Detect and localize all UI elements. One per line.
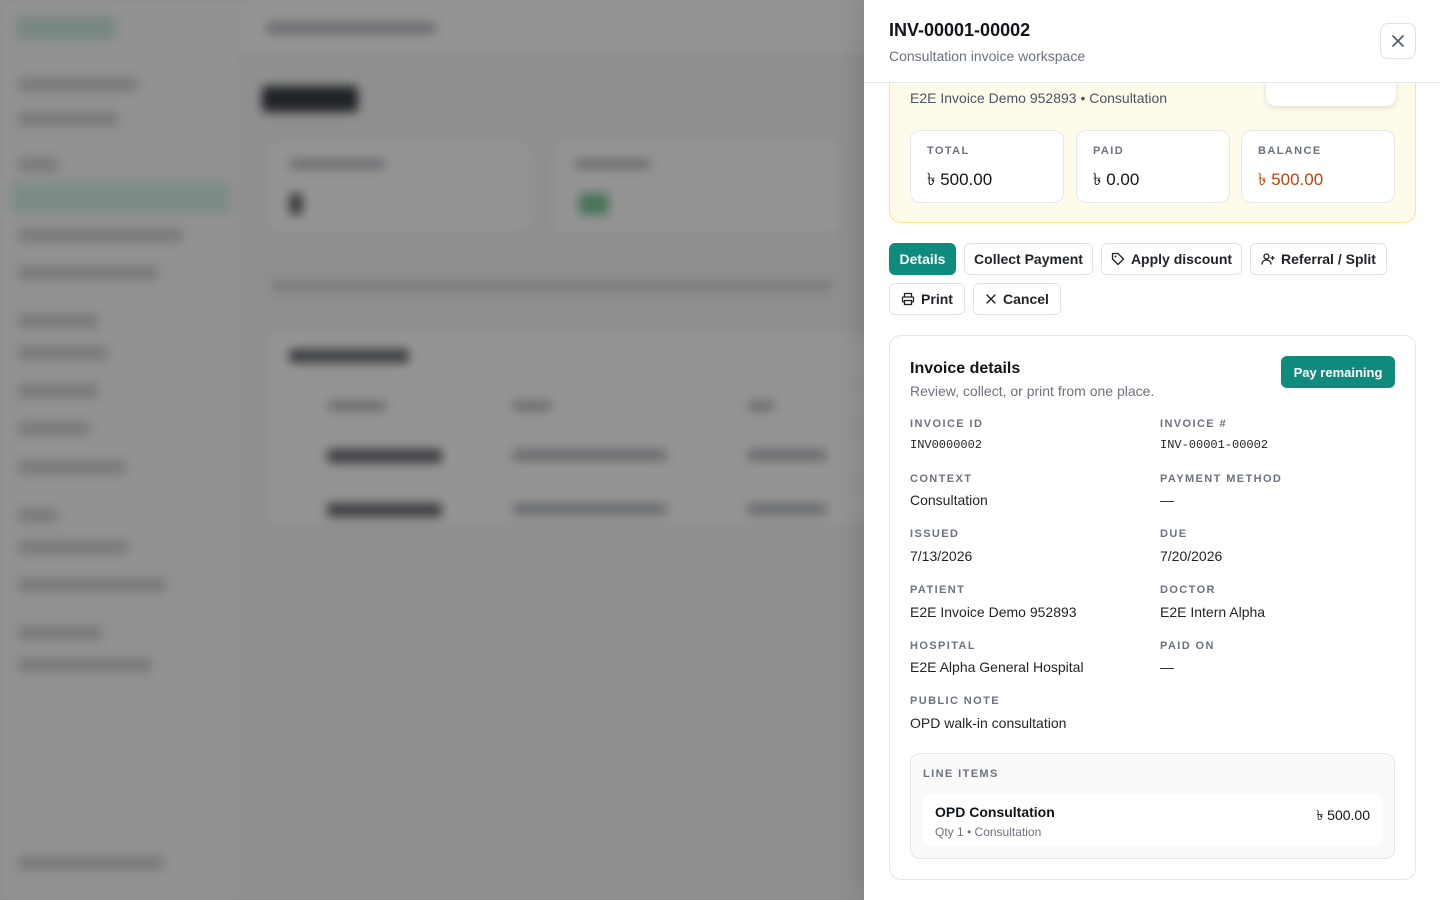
issued-label: ISSUED (910, 528, 960, 540)
stat-value: ৳ 500.00 (927, 170, 993, 189)
cancel-label: Cancel (1003, 291, 1049, 307)
stat-paid: PAID ৳ 0.00 (1076, 130, 1230, 203)
close-button[interactable] (1380, 23, 1416, 59)
line-item-amount: ৳ 500.00 (1316, 807, 1370, 823)
tag-icon (1111, 252, 1125, 266)
print-label: Print (921, 291, 953, 307)
drawer-header: INV-00001-00002 Consultation invoice wor… (864, 0, 1440, 83)
drawer-body[interactable]: E2E Invoice Demo 952893 • Consultation ৳… (864, 83, 1440, 900)
stat-label: PAID (1093, 145, 1125, 157)
patient-value: E2E Invoice Demo 952893 (910, 604, 1077, 620)
pay-remaining-button[interactable]: Pay remaining (1281, 356, 1395, 388)
line-item-name: OPD Consultation (935, 804, 1055, 820)
referral-split-button[interactable]: Referral / Split (1250, 243, 1387, 275)
paid-on-label: PAID ON (1160, 640, 1215, 652)
details-title: Invoice details (910, 360, 1021, 377)
apply-discount-button[interactable]: Apply discount (1101, 243, 1242, 275)
details-label: Details (899, 251, 946, 267)
hospital-value: E2E Alpha General Hospital (910, 659, 1084, 675)
invoice-number-label: INVOICE # (1160, 418, 1228, 430)
amount-badge: ৳ 500.00 (1266, 83, 1396, 106)
close-icon (1392, 35, 1404, 47)
doctor-value: E2E Intern Alpha (1160, 604, 1266, 620)
issued-value: 7/13/2026 (910, 548, 973, 564)
details-tab-button[interactable]: Details (889, 243, 956, 275)
public-note-value: OPD walk-in consultation (910, 715, 1067, 731)
due-value: 7/20/2026 (1160, 548, 1223, 564)
patient-label: PATIENT (910, 584, 966, 596)
drawer-subtitle: Consultation invoice workspace (889, 48, 1086, 64)
invoice-drawer: INV-00001-00002 Consultation invoice wor… (864, 0, 1440, 900)
x-icon (986, 294, 996, 304)
printer-icon (901, 292, 915, 306)
line-items-label: LINE ITEMS (923, 768, 999, 780)
context-label: CONTEXT (910, 473, 973, 485)
invoice-details-card: Invoice details Review, collect, or prin… (889, 335, 1416, 880)
line-item-row: OPD Consultation Qty 1 • Consultation ৳ … (923, 794, 1382, 846)
hospital-label: HOSPITAL (910, 640, 976, 652)
paid-on-value: — (1160, 659, 1174, 675)
payment-method-value: — (1160, 492, 1174, 508)
invoice-number-value: INV-00001-00002 (1160, 438, 1269, 452)
collect-payment-label: Collect Payment (974, 251, 1083, 267)
stat-label: TOTAL (927, 145, 970, 157)
collect-payment-button[interactable]: Collect Payment (964, 243, 1093, 275)
invoice-id-value: INV0000002 (910, 438, 983, 452)
apply-discount-label: Apply discount (1130, 251, 1233, 267)
stat-total: TOTAL ৳ 500.00 (910, 130, 1064, 203)
invoice-id-label: INVOICE ID (910, 418, 984, 430)
cancel-invoice-button[interactable]: Cancel (973, 283, 1061, 315)
stat-value: ৳ 500.00 (1258, 170, 1324, 189)
line-items-section: LINE ITEMS OPD Consultation Qty 1 • Cons… (910, 753, 1395, 859)
details-subtitle: Review, collect, or print from one place… (910, 383, 1155, 399)
stat-balance: BALANCE ৳ 500.00 (1241, 130, 1395, 203)
line-item-meta: Qty 1 • Consultation (935, 825, 1042, 839)
referral-split-label: Referral / Split (1281, 251, 1376, 267)
payment-method-label: PAYMENT METHOD (1160, 473, 1283, 485)
summary-card: E2E Invoice Demo 952893 • Consultation ৳… (889, 83, 1416, 223)
public-note-label: PUBLIC NOTE (910, 695, 1000, 707)
doctor-label: DOCTOR (1160, 584, 1216, 596)
stat-label: BALANCE (1258, 145, 1322, 157)
due-label: DUE (1160, 528, 1188, 540)
print-button[interactable]: Print (889, 283, 965, 315)
drawer-title: INV-00001-00002 (889, 20, 1031, 40)
context-value: Consultation (910, 492, 988, 508)
user-plus-icon (1261, 253, 1275, 265)
stat-value: ৳ 0.00 (1093, 170, 1140, 189)
summary-context: E2E Invoice Demo 952893 • Consultation (910, 90, 1168, 106)
